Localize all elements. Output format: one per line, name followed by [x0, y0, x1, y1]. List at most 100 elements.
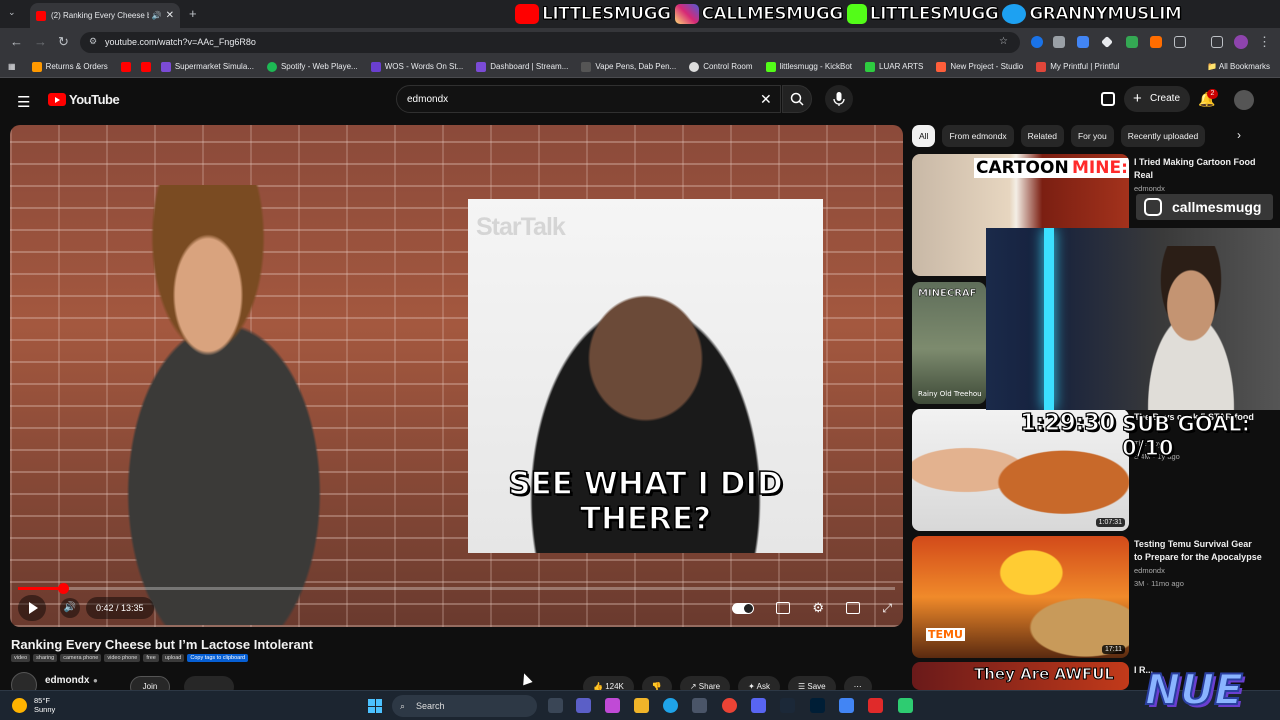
extension-icon[interactable] [1126, 36, 1138, 48]
sub-goal: SUB GOAL: 0/10 [1121, 411, 1251, 460]
progress-fill [18, 587, 64, 590]
app-icon[interactable] [898, 698, 913, 713]
video-thumbnail[interactable]: TEMU 17:11 [912, 536, 1129, 658]
search-input[interactable]: edmondx [396, 85, 781, 113]
bookmark-item[interactable]: Returns & Orders [31, 61, 108, 72]
extension-icon[interactable] [1101, 36, 1113, 48]
tag-chip[interactable]: free [143, 654, 159, 662]
thumbnail-text: MINE: [1070, 158, 1129, 178]
forward-icon[interactable]: → [34, 34, 47, 49]
chevron-right-icon[interactable]: › [1237, 128, 1241, 142]
copy-tags-button[interactable]: Copy tags to clipboard [187, 654, 249, 662]
windows-start-icon[interactable] [368, 699, 382, 713]
chip-all[interactable]: All [912, 125, 936, 147]
back-icon[interactable]: ← [10, 34, 23, 49]
extension-icon[interactable] [1077, 36, 1089, 48]
weather-widget[interactable]: 85°F Sunny [12, 696, 55, 714]
recommendation-channel[interactable]: edmondx [1134, 184, 1165, 193]
video-thumbnail[interactable]: They Are AWFUL [912, 662, 1129, 690]
search-button[interactable] [782, 85, 812, 113]
video-player[interactable]: StarTalk SEE WHAT I DID THERE? 🔊 0:42 / … [10, 125, 903, 627]
recommendation-title[interactable]: I Tried Making Cartoon Food Real [1134, 156, 1262, 182]
taskbar-search[interactable]: ⌕ Search [392, 695, 537, 717]
twitter-icon [1002, 4, 1027, 24]
copilot-icon[interactable] [605, 698, 620, 713]
duration-badge: 17:11 [1102, 645, 1125, 654]
thumbnail-text: MINECRAF [918, 288, 977, 300]
teams-icon[interactable] [576, 698, 591, 713]
play-button[interactable] [18, 595, 46, 621]
all-bookmarks-button[interactable]: 📁 All Bookmarks [1207, 62, 1270, 71]
clear-search-icon[interactable]: ✕ [760, 91, 772, 108]
recommendation-channel[interactable]: edmondx [1134, 566, 1165, 575]
cast-icon[interactable] [1101, 92, 1115, 106]
menu-icon[interactable]: ☰ [17, 93, 30, 111]
youtube-logo[interactable]: YouTube [48, 92, 120, 107]
chrome-icon[interactable] [722, 698, 737, 713]
close-tab-icon[interactable]: ✕ [166, 10, 174, 21]
steam-icon[interactable] [780, 698, 795, 713]
bookmark-icon [936, 61, 947, 72]
bookmark-item[interactable]: Spotify - Web Playe... [266, 61, 358, 72]
bookmark-item[interactable]: My Printful | Printful [1036, 61, 1119, 72]
store-icon[interactable] [692, 698, 707, 713]
autoplay-toggle[interactable] [732, 602, 754, 614]
plus-icon: + [1133, 90, 1142, 107]
task-view-icon[interactable] [548, 698, 563, 713]
tab-search-icon[interactable]: ⌄ [8, 7, 20, 19]
create-button[interactable]: + Create [1124, 86, 1191, 112]
file-explorer-icon[interactable] [634, 698, 649, 713]
recommendation-item[interactable]: TEMU 17:11 Testing Temu Survival Gear to… [912, 536, 1272, 658]
reading-list-icon[interactable] [1211, 36, 1223, 48]
site-info-icon[interactable]: ⚙ [89, 36, 97, 47]
edge-icon[interactable] [663, 698, 678, 713]
settings-gear-icon[interactable]: ⚙ [812, 600, 824, 616]
bookmark-item[interactable]: New Project - Studio [936, 61, 1023, 72]
channel-name[interactable]: edmondx [45, 675, 89, 686]
tag-chip[interactable]: video phone [104, 654, 141, 662]
browser-menu-icon[interactable]: ⋮ [1258, 34, 1271, 50]
new-tab-button[interactable]: + [189, 6, 197, 21]
bookmark-item[interactable]: Supermarket Simula... [160, 61, 254, 72]
extensions-puzzle-icon[interactable] [1174, 36, 1186, 48]
notes-icon[interactable] [839, 698, 854, 713]
reload-icon[interactable]: ↻ [58, 34, 69, 50]
bookmark-item[interactable]: Vape Pens, Dab Pen... [581, 61, 676, 72]
extension-icon[interactable] [1031, 36, 1043, 48]
chip-for-you[interactable]: For you [1070, 125, 1114, 147]
miniplayer-icon[interactable] [846, 602, 861, 614]
bookmark-item[interactable] [120, 61, 135, 72]
tag-chip[interactable]: upload [161, 654, 185, 662]
extension-icon[interactable] [1053, 36, 1065, 48]
video-thumbnail[interactable]: MINECRAF Rainy Old Treehou [912, 282, 986, 404]
volume-icon[interactable]: 🔊 [60, 598, 80, 618]
bookmark-item[interactable] [140, 61, 155, 72]
bookmark-star-icon[interactable]: ☆ [999, 36, 1008, 47]
apps-grid-icon[interactable]: ▦ [8, 62, 16, 71]
app-icon[interactable] [868, 698, 883, 713]
extension-icon[interactable] [1150, 36, 1162, 48]
voice-search-button[interactable] [825, 85, 853, 113]
recommendation-title[interactable]: Testing Temu Survival Gear to Prepare fo… [1134, 538, 1262, 564]
profile-avatar[interactable] [1234, 35, 1248, 49]
bookmark-item[interactable]: Control Room [689, 61, 753, 72]
tag-chip[interactable]: video [11, 654, 31, 662]
discord-icon[interactable] [751, 698, 766, 713]
bookmark-item[interactable]: WOS - Words On St... [370, 61, 464, 72]
chip-recently-uploaded[interactable]: Recently uploaded [1120, 125, 1206, 147]
bookmark-item[interactable]: Dashboard | Stream... [476, 61, 568, 72]
chip-related[interactable]: Related [1020, 125, 1064, 147]
account-avatar[interactable] [1234, 90, 1254, 110]
browser-tab[interactable]: (2) Ranking Every Cheese bu 🔊 ✕ [30, 3, 180, 28]
address-bar[interactable]: ⚙ youtube.com/watch?v=AAc_Fng6R8o ☆ [80, 32, 1020, 53]
bookmark-item[interactable]: littlesmugg - KickBot [765, 61, 852, 72]
tag-chip[interactable]: sharing [33, 654, 58, 662]
chip-from-channel[interactable]: From edmondx [942, 125, 1014, 147]
fullscreen-icon[interactable]: ⤢ [882, 601, 892, 616]
bookmark-item[interactable]: LUAR ARTS [865, 61, 923, 72]
tag-chip[interactable]: camera phone [60, 654, 102, 662]
subtitles-icon[interactable] [776, 602, 791, 614]
photoshop-icon[interactable] [810, 698, 825, 713]
bookmark-label: WOS - Words On St... [384, 62, 464, 71]
progress-bar[interactable] [18, 583, 895, 594]
